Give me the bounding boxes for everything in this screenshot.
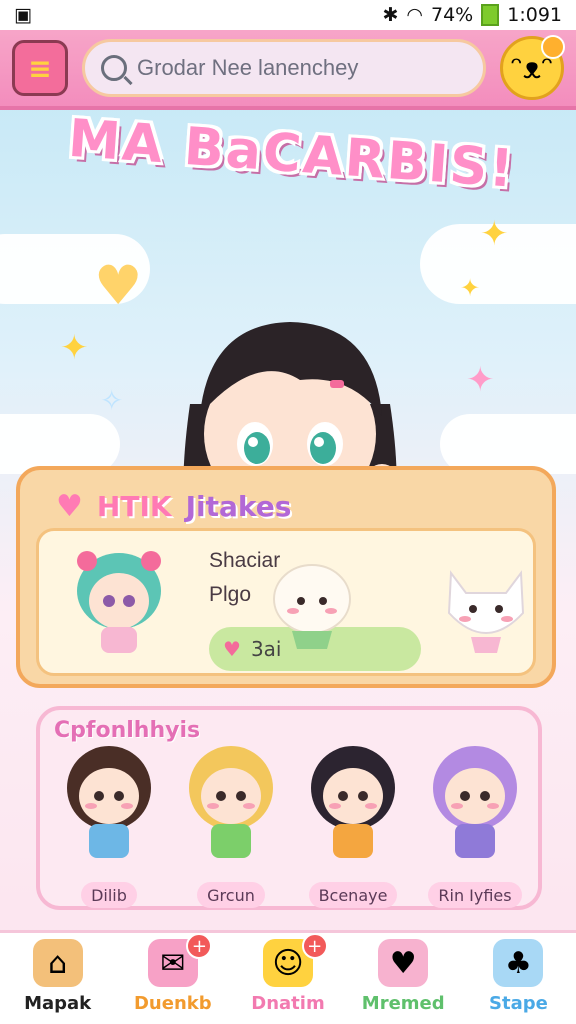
sparkle-icon: ✦: [460, 274, 481, 302]
home-icon: ⌂: [32, 939, 83, 987]
nav-item[interactable]: ♥ Mremed: [346, 933, 461, 1024]
featured-panel: ♥ HTIK Jitakes Shaciar Plgo ♥ 3ai: [16, 466, 556, 688]
search-input[interactable]: Grodar Nee lanenchey: [82, 39, 486, 97]
character-portrait: [433, 746, 517, 858]
nav-label: Mremed: [361, 993, 445, 1014]
nav-label: Duenkb: [133, 993, 212, 1014]
heart-icon: ♥: [223, 637, 241, 661]
character-name: Dilib: [81, 882, 137, 908]
battery-icon: [481, 4, 500, 26]
bottom-navigation: ⌂ Mapak ✉ Duenkb + ☺ Dnatim + ♥ Mremed ♣ Stape: [0, 930, 576, 1024]
main-character: [183, 322, 398, 474]
heart-icon: ♥: [94, 254, 143, 317]
status-bar: ▣ ✱ ◠ 74% 1:091: [0, 0, 576, 30]
featured-tab-title[interactable]: ♥ HTIK Jitakes: [42, 480, 305, 532]
character-card[interactable]: Bcenaye: [294, 738, 412, 908]
pig-icon: ♥: [378, 939, 429, 987]
nav-label: Mapak: [24, 993, 92, 1014]
info-label-2: Plgo: [209, 583, 252, 606]
nav-item[interactable]: ✉ Duenkb +: [115, 933, 230, 1024]
nav-label: Stape: [489, 993, 548, 1014]
gallery-icon: ▣: [14, 4, 32, 26]
character-name: Grcun: [197, 882, 265, 908]
plus-badge-icon: +: [301, 933, 328, 959]
white-cat-creature[interactable]: [441, 553, 531, 663]
plus-badge-icon: +: [186, 933, 213, 959]
nav-label: Dnatim: [251, 993, 325, 1014]
clock: 1:091: [507, 4, 562, 26]
search-placeholder: Grodar Nee lanenchey: [137, 55, 359, 80]
top-bar: ≡ Grodar Nee lanenchey ᵔᴥᵔ: [0, 30, 576, 110]
hero-banner: ♥ ✦ ✦ ✦ ✦ ✧ MA BaCARBIS!: [0, 114, 576, 474]
game-title: MA BaCARBIS!: [66, 114, 517, 200]
featured-title-word-2: Jitakes: [185, 489, 292, 523]
notification-dot: [541, 35, 565, 59]
search-icon: [101, 55, 127, 81]
sparkle-icon: ✦: [466, 360, 495, 400]
heart-icon: ♥: [56, 488, 83, 524]
character-portrait: [67, 746, 151, 858]
battery-percent: 74%: [431, 4, 474, 26]
nav-item[interactable]: ♣ Stape: [461, 933, 576, 1024]
sparkle-icon: ✦: [60, 328, 89, 368]
character-name: Rin Iyfies: [428, 882, 522, 908]
character-portrait: [311, 746, 395, 858]
menu-button[interactable]: ≡: [12, 40, 68, 96]
character-collection-panel: Cpfonlhhyis Dilib Grcun Bcenaye Rin Iyfies: [36, 706, 542, 910]
featured-title-word-1: HTIK: [96, 489, 172, 523]
cloud-bottom-right: [440, 414, 576, 474]
sparkle-icon: ✧: [100, 384, 124, 417]
mascot-button[interactable]: ᵔᴥᵔ: [500, 35, 565, 100]
character-card[interactable]: Dilib: [50, 738, 168, 908]
wifi-icon: ◠: [406, 4, 423, 26]
nav-item[interactable]: ⌂ Mapak: [0, 933, 115, 1024]
featured-content: Shaciar Plgo ♥ 3ai: [36, 528, 536, 676]
sparkle-icon: ✦: [480, 214, 509, 254]
nav-item[interactable]: ☺ Dnatim +: [230, 933, 345, 1024]
character-portrait: [189, 746, 273, 858]
bluetooth-icon: ✱: [382, 4, 399, 26]
teal-hair-character[interactable]: [69, 543, 169, 663]
list-icon: ≡: [28, 51, 52, 85]
cat-icon: ♣: [493, 939, 544, 987]
cloud-bottom-left: [0, 414, 120, 474]
character-name: Bcenaye: [308, 882, 398, 908]
character-card[interactable]: Grcun: [172, 738, 290, 908]
character-card[interactable]: Rin Iyfies: [416, 738, 534, 908]
cream-puff-creature[interactable]: [267, 551, 357, 661]
